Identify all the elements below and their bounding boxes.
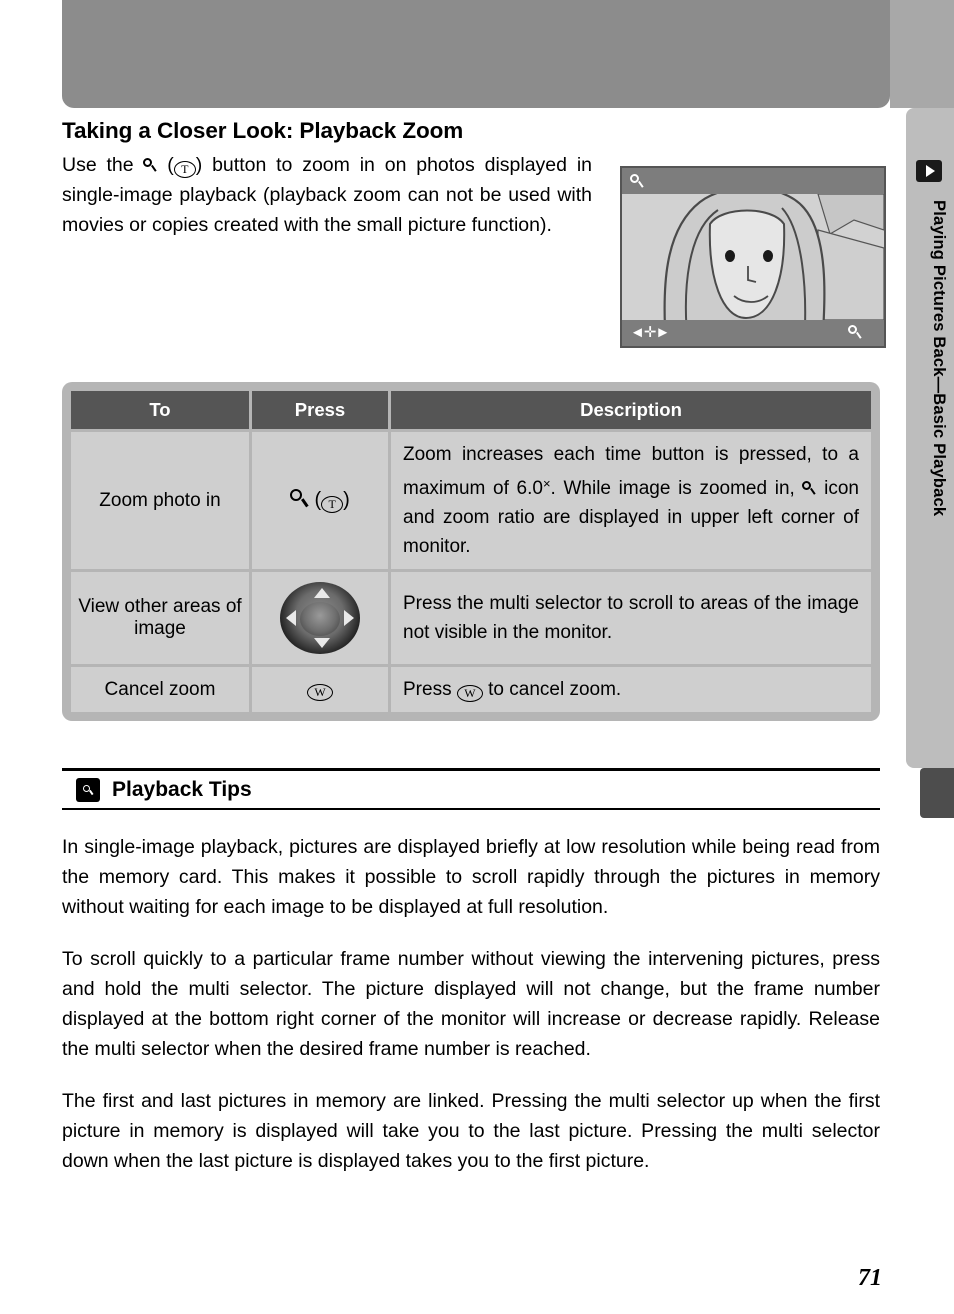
side-header-band (890, 0, 954, 108)
magnifier-icon (290, 488, 309, 510)
page-title: Taking a Closer Look: Playback Zoom (62, 118, 464, 143)
wide-button-icon: W (456, 685, 483, 702)
table-row: Zoom photo in (T) Zoom increases each ti… (71, 432, 871, 569)
monitor-top-bar (622, 168, 884, 194)
tips-divider-bottom (62, 808, 880, 810)
desc-text-2: . While image is zoomed in, (550, 478, 803, 499)
desc-text-2: to cancel zoom. (482, 679, 622, 700)
monitor-zoom-icon-secondary (848, 324, 862, 341)
page-content: Taking a Closer Look: Playback Zoom Use … (62, 118, 886, 1291)
tips-paragraph-2: To scroll quickly to a particular frame … (62, 948, 880, 1060)
magnifier-icon (143, 157, 158, 174)
tips-title: Playback Tips (112, 778, 252, 801)
monitor-illustration: ◄✛► (620, 166, 886, 348)
intro-text-1: Use the (62, 154, 144, 176)
row-cancel-control: W (252, 667, 388, 712)
side-tab-column: Playing Pictures Back—Basic Playback (890, 0, 954, 1314)
table-header-row: To Press Description (71, 391, 871, 429)
four-way-arrows-icon: ◄✛► (630, 324, 670, 341)
wide-button-icon: W (307, 684, 333, 701)
row-cancel-action: Cancel zoom (71, 667, 249, 712)
row-zoom-in-control: (T) (252, 432, 388, 569)
intro-text-2: ( (157, 154, 174, 176)
page-header-band (62, 0, 890, 108)
row-scroll-control (252, 572, 388, 664)
page-number: 71 (858, 1265, 882, 1291)
magnifier-icon (802, 480, 817, 497)
controls-table: To Press Description Zoom photo in (T) Z… (62, 382, 880, 721)
tips-header: Playback Tips (62, 771, 880, 808)
table-row: View other areas of image Press the mult… (71, 572, 871, 664)
playback-tips-block: Playback Tips In single-image playback, … (62, 768, 880, 1176)
row-zoom-in-action: Zoom photo in (71, 432, 249, 569)
header-to: To (71, 391, 249, 429)
header-description: Description (391, 391, 871, 429)
multi-selector-icon (277, 582, 363, 654)
row-scroll-action: View other areas of image (71, 572, 249, 664)
table-row: Cancel zoom W Press W to cancel zoom. (71, 667, 871, 712)
intro-paragraph: Use the (T) button to zoom in on photos … (62, 150, 592, 240)
magnifier-icon (82, 784, 94, 797)
row-zoom-in-description: Zoom increases each time button is press… (391, 432, 871, 569)
chapter-tab-marker (920, 768, 954, 818)
playback-icon (916, 160, 942, 182)
monitor-zoom-icon (630, 173, 644, 190)
desc-text-1: Press (403, 679, 457, 700)
tips-paragraph-3: The first and last pictures in memory ar… (62, 1090, 880, 1172)
chapter-tab-label: Playing Pictures Back—Basic Playback (930, 200, 948, 517)
tele-button-icon: T (321, 496, 344, 513)
header-press: Press (252, 391, 388, 429)
tele-button-icon: T (173, 161, 196, 178)
row-cancel-description: Press W to cancel zoom. (391, 667, 871, 712)
tips-paragraph-1: In single-image playback, pictures are d… (62, 836, 880, 918)
tips-badge-icon (76, 778, 100, 802)
row-scroll-description: Press the multi selector to scroll to ar… (391, 572, 871, 664)
